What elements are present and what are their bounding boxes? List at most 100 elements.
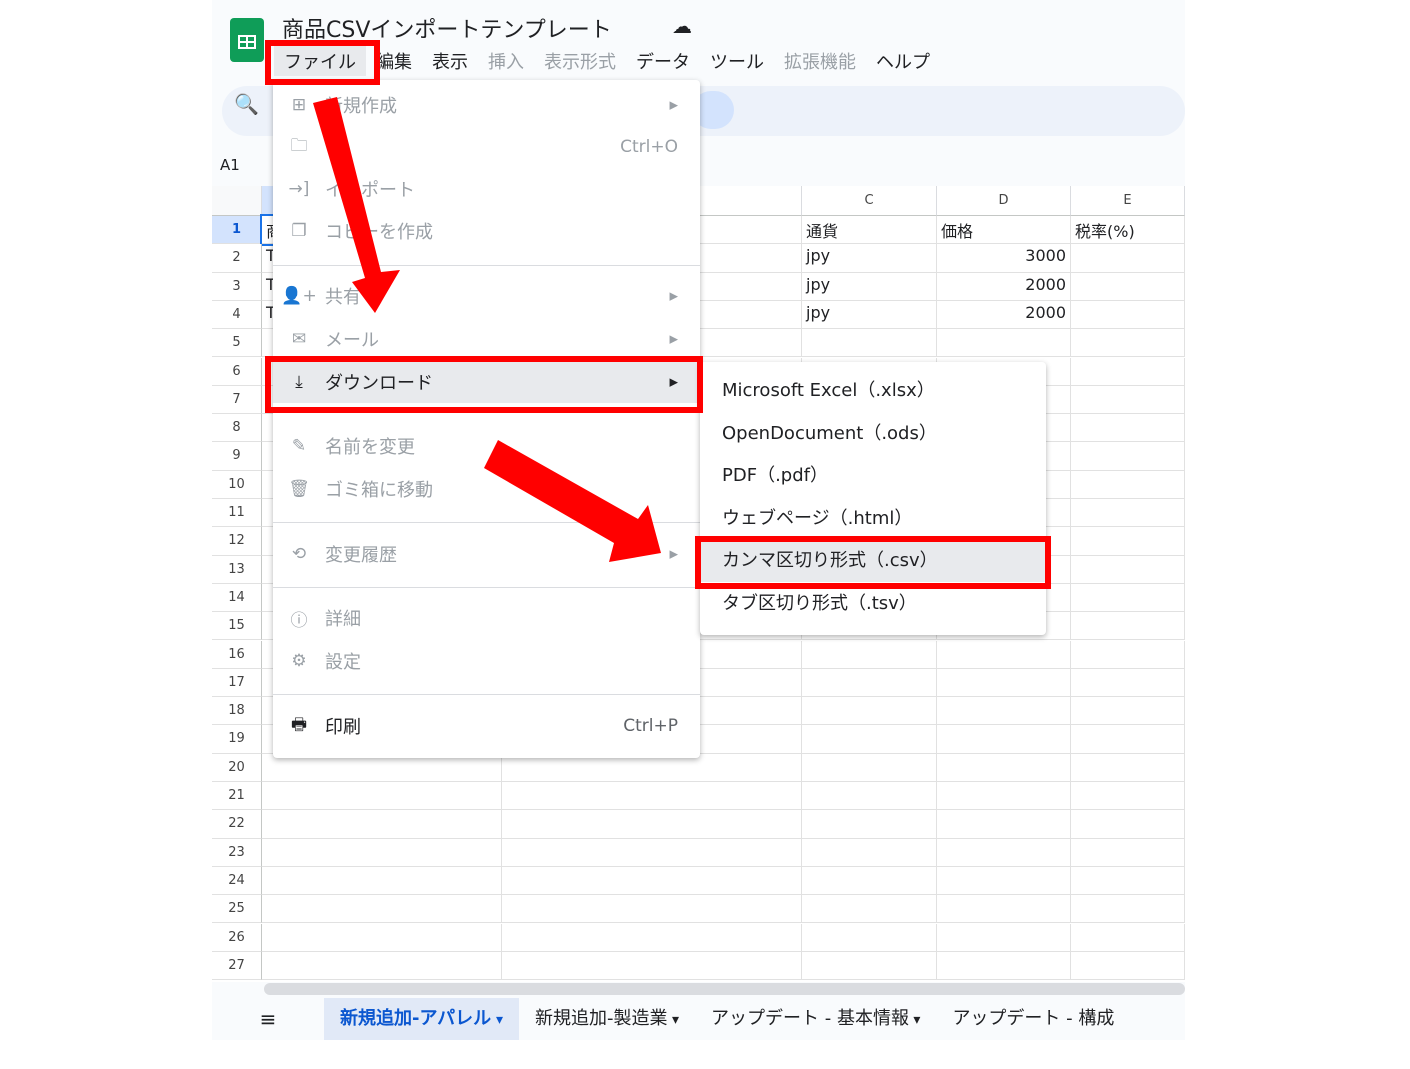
cell[interactable] xyxy=(1071,300,1185,330)
row-header[interactable]: 5 xyxy=(212,329,262,358)
cell[interactable] xyxy=(937,697,1071,726)
cell[interactable] xyxy=(802,923,937,952)
cell[interactable] xyxy=(937,951,1071,981)
row-header[interactable]: 17 xyxy=(212,668,262,698)
cell[interactable] xyxy=(1071,555,1185,584)
chevron-down-icon[interactable]: ▾ xyxy=(668,1012,679,1028)
cell[interactable] xyxy=(502,866,802,896)
cell[interactable] xyxy=(262,838,502,867)
cell[interactable] xyxy=(1071,782,1185,811)
row-header[interactable]: 14 xyxy=(212,583,262,613)
cell[interactable] xyxy=(502,782,802,811)
menu-item-email[interactable]: ✉ メール ▸ xyxy=(273,318,700,360)
cell[interactable] xyxy=(1071,725,1185,754)
cell[interactable] xyxy=(1071,753,1185,782)
menu-item-details[interactable]: ⓘ 詳細 xyxy=(273,597,700,639)
name-box[interactable]: A1 xyxy=(220,156,240,174)
row-header[interactable]: 4 xyxy=(212,300,262,330)
menu-6[interactable]: ツール xyxy=(700,46,774,76)
cell[interactable] xyxy=(802,640,937,669)
cell[interactable] xyxy=(1071,272,1185,301)
cell[interactable]: 2000 xyxy=(937,272,1071,301)
row-header[interactable]: 19 xyxy=(212,725,262,754)
row-header[interactable]: 20 xyxy=(212,753,262,782)
sheets-logo-icon[interactable] xyxy=(230,18,264,62)
row-header[interactable]: 24 xyxy=(212,866,262,896)
row-header[interactable]: 10 xyxy=(212,470,262,499)
cell[interactable] xyxy=(1071,866,1185,896)
cell[interactable] xyxy=(1071,470,1185,499)
cell[interactable] xyxy=(1071,668,1185,698)
chevron-down-icon[interactable]: ▾ xyxy=(909,1012,920,1028)
menu-item-print[interactable]: 🖶 印刷 Ctrl+P xyxy=(273,705,700,747)
cell[interactable] xyxy=(937,753,1071,782)
cell[interactable] xyxy=(262,866,502,896)
column-header-d[interactable]: D xyxy=(937,186,1071,216)
cell[interactable] xyxy=(1071,612,1185,641)
cell[interactable] xyxy=(802,782,937,811)
menu-item-rename[interactable]: ✎ 名前を変更 xyxy=(273,425,700,467)
menu-7[interactable]: 拡張機能 xyxy=(774,46,866,76)
menu-3[interactable]: 挿入 xyxy=(478,46,534,76)
menu-5[interactable]: データ xyxy=(626,46,700,76)
cell[interactable] xyxy=(937,782,1071,811)
sheet-tab-0[interactable]: 新規追加-アパレル ▾ xyxy=(324,998,520,1040)
row-header[interactable]: 13 xyxy=(212,555,262,584)
cell[interactable] xyxy=(502,951,802,981)
cell[interactable] xyxy=(1071,244,1185,273)
cell[interactable]: 3000 xyxy=(937,244,1071,273)
cell[interactable] xyxy=(1071,385,1185,415)
cell[interactable] xyxy=(502,923,802,952)
row-header[interactable]: 1 xyxy=(212,216,262,245)
cell[interactable] xyxy=(802,895,937,924)
horizontal-scrollbar[interactable] xyxy=(264,983,1185,995)
cell[interactable] xyxy=(262,895,502,924)
row-header[interactable]: 2 xyxy=(212,244,262,273)
cell[interactable] xyxy=(802,838,937,867)
cell[interactable]: jpy xyxy=(802,244,937,273)
cell[interactable] xyxy=(937,668,1071,698)
cell[interactable]: 税率(%) xyxy=(1071,216,1185,245)
row-header[interactable]: 15 xyxy=(212,612,262,641)
row-header[interactable]: 3 xyxy=(212,272,262,301)
row-header[interactable]: 23 xyxy=(212,838,262,867)
cell[interactable] xyxy=(1071,414,1185,443)
cell[interactable] xyxy=(802,866,937,896)
row-header[interactable]: 11 xyxy=(212,499,262,528)
cell[interactable] xyxy=(802,810,937,839)
row-header[interactable]: 25 xyxy=(212,895,262,924)
cell[interactable] xyxy=(1071,357,1185,386)
sheet-tab-2[interactable]: アップデート - 基本情報 ▾ xyxy=(695,998,936,1040)
cell[interactable] xyxy=(1071,810,1185,839)
row-header[interactable]: 26 xyxy=(212,923,262,952)
cell[interactable] xyxy=(502,810,802,839)
cell[interactable] xyxy=(802,329,937,358)
cell[interactable] xyxy=(802,753,937,782)
download-option-3[interactable]: ウェブページ（.html） xyxy=(700,498,1046,540)
cell[interactable] xyxy=(1071,951,1185,981)
cell[interactable] xyxy=(802,725,937,754)
cell[interactable] xyxy=(937,923,1071,952)
all-sheets-menu-icon[interactable]: ≡ xyxy=(212,1007,324,1031)
cell[interactable] xyxy=(1071,838,1185,867)
cell[interactable]: jpy xyxy=(802,300,937,330)
sheet-tab-3[interactable]: アップデート - 構成 xyxy=(936,998,1130,1040)
search-icon[interactable]: 🔍 xyxy=(234,92,259,116)
row-header[interactable]: 9 xyxy=(212,442,262,471)
row-header[interactable]: 12 xyxy=(212,527,262,556)
cloud-check-icon[interactable]: ☁ xyxy=(672,14,692,38)
column-header-e[interactable]: E xyxy=(1071,186,1185,216)
menu-item-share[interactable]: 👤+ 共有 ▸ xyxy=(273,275,700,317)
row-header[interactable]: 27 xyxy=(212,951,262,981)
download-option-1[interactable]: OpenDocument（.ods） xyxy=(700,413,1046,455)
cell[interactable] xyxy=(937,838,1071,867)
menu-item-open[interactable]: 🗀開くCtrl+O xyxy=(273,126,700,168)
cell[interactable]: jpy xyxy=(802,272,937,301)
cell[interactable] xyxy=(1071,583,1185,613)
menu-item-import[interactable]: →] インポート xyxy=(273,168,700,210)
row-header[interactable]: 16 xyxy=(212,640,262,669)
cell[interactable] xyxy=(937,810,1071,839)
cell[interactable] xyxy=(802,668,937,698)
cell[interactable] xyxy=(937,725,1071,754)
menu-item-new[interactable]: ⊞ 新規作成 ▸ xyxy=(273,84,700,126)
